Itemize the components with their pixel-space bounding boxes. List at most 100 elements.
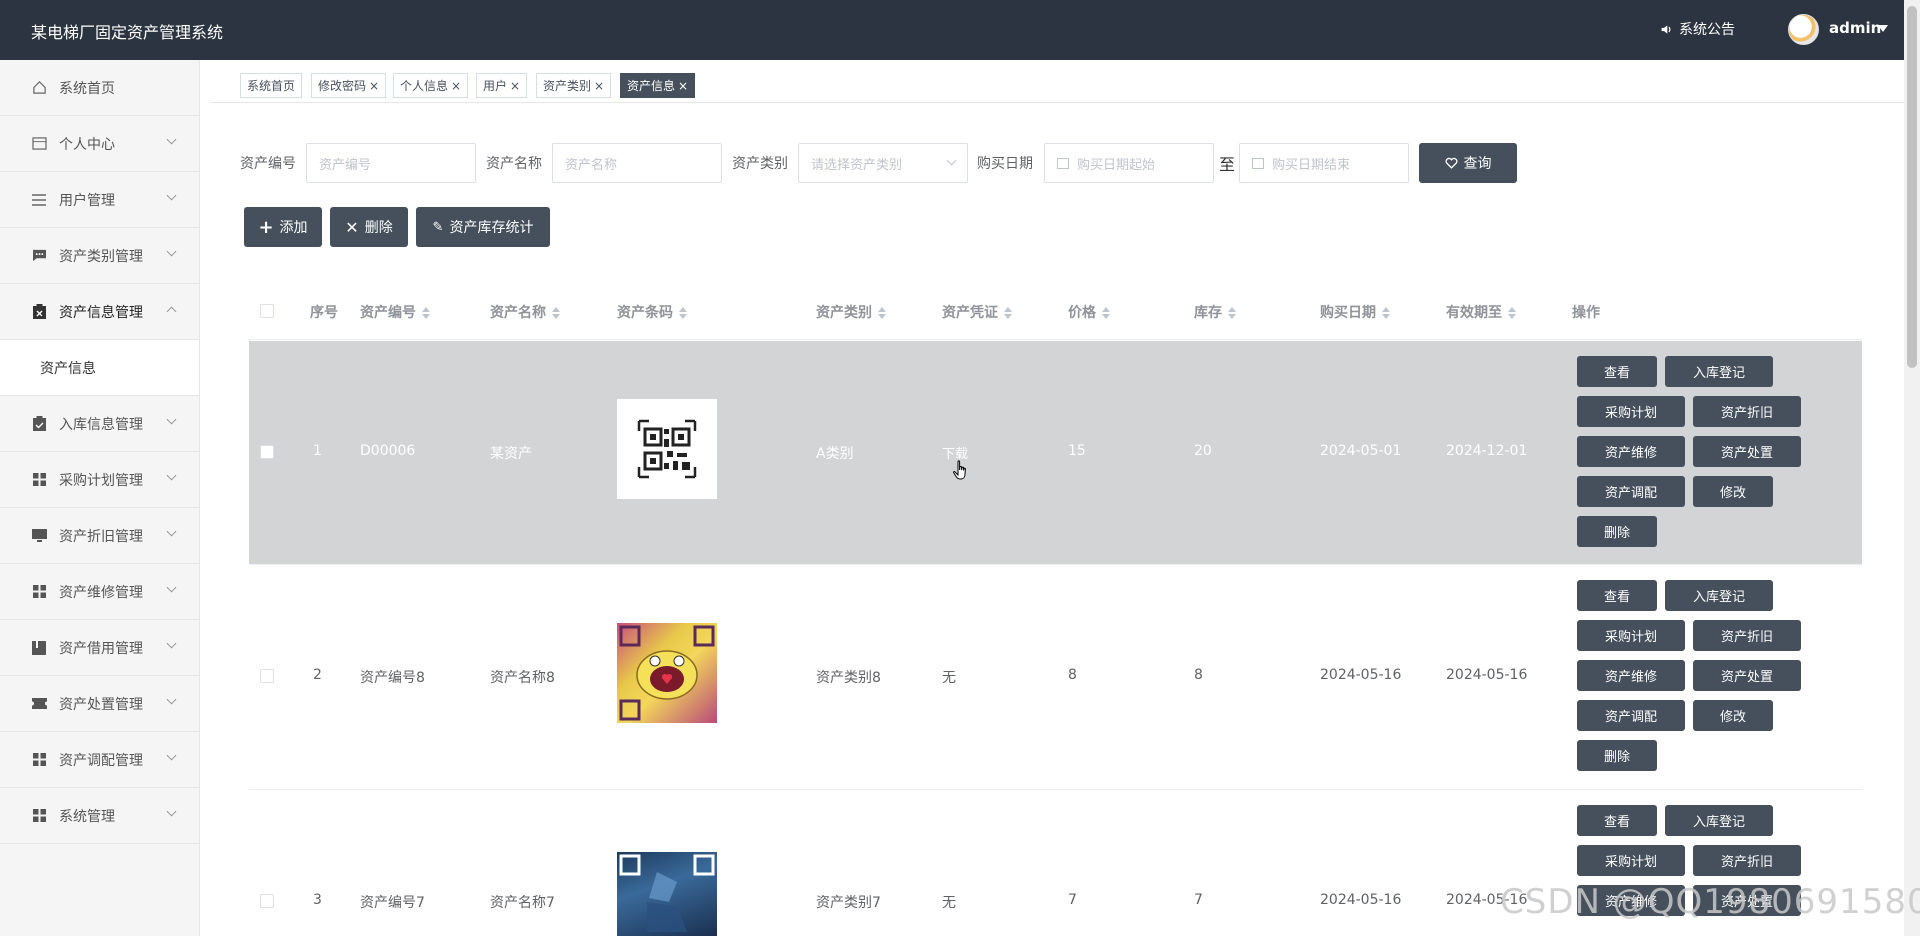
grid-icon [31, 472, 47, 488]
maintenance-button[interactable]: 资产维修 [1577, 660, 1685, 691]
sidebar-item-user-management[interactable]: 用户管理 [0, 172, 199, 228]
purchase-plan-button[interactable]: 采购计划 [1577, 620, 1685, 651]
col-header-voucher[interactable]: 资产凭证 [942, 302, 1012, 322]
view-button[interactable]: 查看 [1577, 805, 1657, 836]
row-delete-button[interactable]: 删除 [1577, 516, 1657, 547]
buy-date-end-input[interactable]: 购买日期结束 [1239, 143, 1409, 183]
close-icon[interactable]: × [678, 79, 688, 93]
purchase-plan-button[interactable]: 采购计划 [1577, 845, 1685, 876]
maintenance-button[interactable]: 资产维修 [1577, 436, 1685, 467]
allocation-button[interactable]: 资产调配 [1577, 476, 1685, 507]
user-menu-caret-icon[interactable] [1878, 25, 1888, 32]
disposal-button[interactable]: 资产处置 [1693, 436, 1801, 467]
col-header-price[interactable]: 价格 [1068, 302, 1110, 322]
sidebar-item-depreciation[interactable]: 资产折旧管理 [0, 508, 199, 564]
list-icon [31, 192, 47, 208]
sort-icon[interactable] [1102, 307, 1110, 319]
depreciation-button[interactable]: 资产折旧 [1693, 396, 1801, 427]
depreciation-button[interactable]: 资产折旧 [1693, 620, 1801, 651]
barcode-qr-image[interactable] [617, 399, 717, 499]
sort-icon[interactable] [1004, 307, 1012, 319]
query-button[interactable]: 查询 [1419, 143, 1517, 183]
col-header-buy-date[interactable]: 购买日期 [1320, 302, 1390, 322]
row-checkbox[interactable] [260, 445, 274, 459]
asset-name-input[interactable]: 资产名称 [552, 143, 722, 183]
stock-stats-button[interactable]: ✎ 资产库存统计 [416, 207, 550, 247]
col-header-stock[interactable]: 库存 [1194, 302, 1236, 322]
view-button[interactable]: 查看 [1577, 356, 1657, 387]
sidebar-item-label: 资产信息管理 [59, 304, 143, 321]
table-row[interactable]: 2 资产编号8 资产名称8 资产类别8 无 8 8 2024-05-16 202… [249, 565, 1862, 790]
inbound-register-button[interactable]: 入库登记 [1665, 580, 1773, 611]
delete-button-label: 删除 [364, 220, 393, 236]
buy-date-end-placeholder: 购买日期结束 [1272, 157, 1351, 173]
tag-change-password[interactable]: 修改密码 × [311, 73, 387, 98]
add-button[interactable]: + 添加 [244, 207, 322, 247]
buy-date-start-input[interactable]: 购买日期起始 [1044, 143, 1214, 183]
asset-code-input[interactable]: 资产编号 [306, 143, 476, 183]
col-header-code[interactable]: 资产编号 [360, 302, 430, 322]
sidebar-item-purchase-plan[interactable]: 采购计划管理 [0, 452, 199, 508]
close-icon[interactable]: × [451, 79, 461, 93]
col-header-index: 序号 [310, 305, 338, 321]
asset-category-select[interactable]: 请选择资产类别 [798, 143, 968, 183]
sidebar-item-home[interactable]: 系统首页 [0, 60, 199, 116]
row-delete-button[interactable]: 删除 [1577, 740, 1657, 771]
notice-label: 系统公告 [1679, 22, 1735, 38]
tag-asset-category[interactable]: 资产类别 × [536, 73, 612, 98]
buy-date-label: 购买日期 [977, 156, 1033, 172]
tag-home[interactable]: 系统首页 [240, 73, 303, 98]
sidebar-item-system-management[interactable]: 系统管理 [0, 788, 199, 844]
sidebar-subitem-asset-info[interactable]: 资产信息 [0, 340, 199, 396]
sidebar-item-personal-center[interactable]: 个人中心 [0, 116, 199, 172]
close-icon[interactable]: × [594, 79, 604, 93]
tag-asset-info[interactable]: 资产信息 × [620, 73, 696, 98]
sort-icon[interactable] [1382, 307, 1390, 319]
sort-icon[interactable] [552, 307, 560, 319]
edit-button[interactable]: 修改 [1693, 476, 1773, 507]
table-row[interactable]: 1 D00006 某资产 A类别 下载 15 20 2024-05-01 202… [249, 341, 1862, 565]
edit-button[interactable]: 修改 [1693, 700, 1773, 731]
sidebar-item-asset-category[interactable]: 资产类别管理 [0, 228, 199, 284]
sidebar-item-asset-info[interactable]: 资产信息管理 [0, 284, 199, 340]
sort-icon[interactable] [1228, 307, 1236, 319]
user-name[interactable]: admin [1829, 19, 1881, 37]
sidebar-item-disposal[interactable]: 资产处置管理 [0, 676, 199, 732]
asset-code-placeholder: 资产编号 [319, 157, 372, 173]
sort-icon[interactable] [422, 307, 430, 319]
sort-icon[interactable] [878, 307, 886, 319]
col-header-category[interactable]: 资产类别 [816, 302, 886, 322]
barcode-image[interactable] [617, 852, 717, 936]
allocation-button[interactable]: 资产调配 [1577, 700, 1685, 731]
tag-personal-info[interactable]: 个人信息 × [393, 73, 469, 98]
row-checkbox[interactable] [260, 894, 274, 908]
inbound-register-button[interactable]: 入库登记 [1665, 805, 1773, 836]
col-header-valid-until[interactable]: 有效期至 [1446, 302, 1516, 322]
purchase-plan-button[interactable]: 采购计划 [1577, 396, 1685, 427]
card-icon [31, 136, 47, 152]
inbound-register-button[interactable]: 入库登记 [1665, 356, 1773, 387]
tag-user[interactable]: 用户 × [476, 73, 528, 98]
page-scrollbar-thumb[interactable] [1907, 6, 1917, 368]
row-checkbox[interactable] [260, 669, 274, 683]
disposal-button[interactable]: 资产处置 [1693, 660, 1801, 691]
close-icon[interactable]: × [510, 79, 520, 93]
barcode-image[interactable] [617, 623, 717, 723]
user-avatar[interactable] [1788, 14, 1819, 45]
view-button[interactable]: 查看 [1577, 580, 1657, 611]
col-header-name[interactable]: 资产名称 [490, 302, 560, 322]
col-header-barcode[interactable]: 资产条码 [617, 302, 687, 322]
calendar-icon [1057, 157, 1069, 169]
cell-stock: 7 [1194, 892, 1203, 908]
select-all-checkbox[interactable] [260, 304, 274, 318]
system-notice-link[interactable]: 系统公告 [1660, 19, 1735, 39]
close-icon[interactable]: × [369, 79, 379, 93]
sort-icon[interactable] [679, 307, 687, 319]
sidebar-item-inbound[interactable]: 入库信息管理 [0, 396, 199, 452]
sort-icon[interactable] [1508, 307, 1516, 319]
sidebar-item-borrow[interactable]: 资产借用管理 [0, 620, 199, 676]
sidebar-item-maintenance[interactable]: 资产维修管理 [0, 564, 199, 620]
delete-button[interactable]: ✕ 删除 [330, 207, 408, 247]
depreciation-button[interactable]: 资产折旧 [1693, 845, 1801, 876]
sidebar-item-allocation[interactable]: 资产调配管理 [0, 732, 199, 788]
